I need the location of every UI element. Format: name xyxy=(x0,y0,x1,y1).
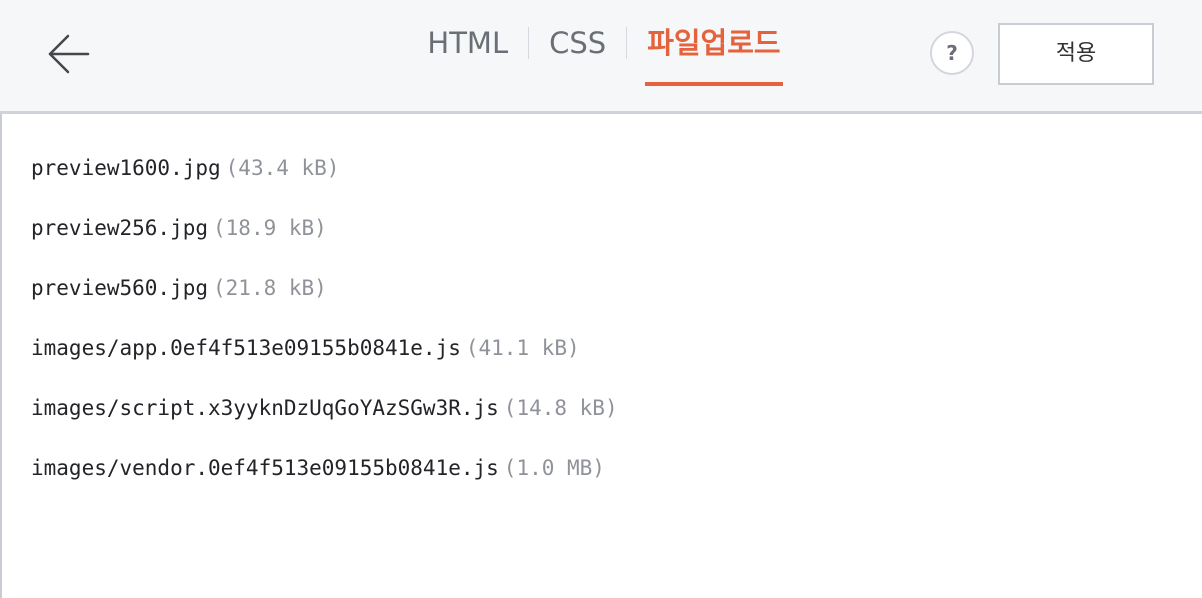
arrow-left-icon xyxy=(48,34,90,74)
file-item: images/script.x3yyknDzUqGoYAzSGw3R.js (14… xyxy=(31,388,1181,448)
tab-file-upload[interactable]: 파일업로드 xyxy=(645,0,783,86)
tab-html[interactable]: HTML xyxy=(425,0,510,86)
tab-list: HTML CSS 파일업로드 xyxy=(425,0,783,86)
tab-divider xyxy=(626,27,628,59)
file-item: images/app.0ef4f513e09155b0841e.js (41.1 … xyxy=(31,328,1181,388)
file-name[interactable]: preview256.jpg xyxy=(31,216,208,240)
file-item: preview560.jpg (21.8 kB) xyxy=(31,268,1181,328)
file-name[interactable]: images/script.x3yyknDzUqGoYAzSGw3R.js xyxy=(31,396,499,420)
apply-button[interactable]: 적용 xyxy=(998,23,1154,85)
toolbar-header: HTML CSS 파일업로드 ? 적용 xyxy=(0,0,1202,114)
file-size: (21.8 kB) xyxy=(213,276,327,300)
file-item: preview256.jpg (18.9 kB) xyxy=(31,208,1181,268)
file-size: (41.1 kB) xyxy=(465,336,580,360)
back-button[interactable] xyxy=(44,32,92,76)
file-name[interactable]: images/app.0ef4f513e09155b0841e.js xyxy=(31,336,461,360)
file-size: (43.4 kB) xyxy=(225,156,340,180)
file-name[interactable]: images/vendor.0ef4f513e09155b0841e.js xyxy=(31,456,499,480)
file-size: (18.9 kB) xyxy=(213,216,327,240)
tab-css[interactable]: CSS xyxy=(547,0,608,86)
file-size: (14.8 kB) xyxy=(503,396,618,420)
tab-divider xyxy=(528,27,530,59)
uploaded-file-list: preview1600.jpg (43.4 kB) preview256.jpg(… xyxy=(31,148,1181,508)
file-size: (1.0 MB) xyxy=(503,456,605,480)
file-item: preview1600.jpg (43.4 kB) xyxy=(31,148,1181,208)
file-item: images/vendor.0ef4f513e09155b0841e.js (1.… xyxy=(31,448,1181,508)
help-button[interactable]: ? xyxy=(930,31,974,75)
file-name[interactable]: preview1600.jpg xyxy=(31,156,221,180)
file-name[interactable]: preview560.jpg xyxy=(31,276,208,300)
question-circle-icon: ? xyxy=(946,41,958,65)
